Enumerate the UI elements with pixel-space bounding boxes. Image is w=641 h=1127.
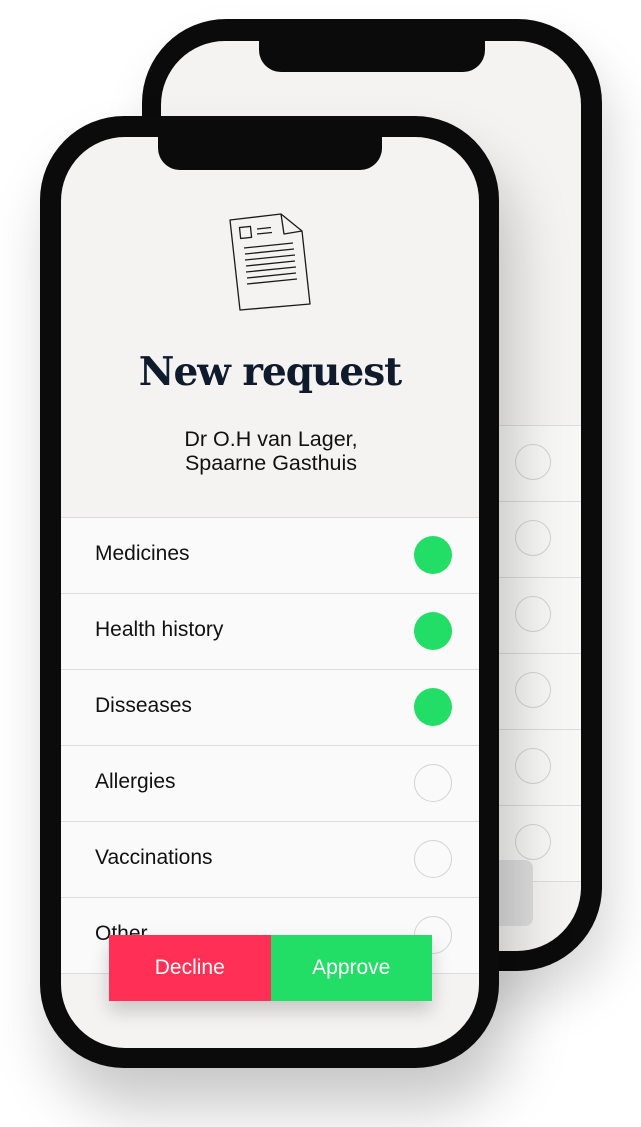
- approve-button[interactable]: Approve: [270, 935, 432, 1001]
- decline-button[interactable]: Decline: [109, 935, 271, 1001]
- requester-name: Dr O.H van Lager,: [184, 427, 358, 451]
- list-item-diseases[interactable]: Disseases: [61, 669, 479, 745]
- back-checkbox: [515, 748, 551, 784]
- back-checkbox: [515, 444, 551, 480]
- list-item-vaccinations[interactable]: Vaccinations: [61, 821, 479, 897]
- phone-front-notch: [158, 137, 382, 170]
- requester-info: Dr O.H van Lager, Spaarne Gasthuis: [121, 427, 421, 475]
- list-item-medicines[interactable]: Medicines: [61, 517, 479, 593]
- toggle-medicines[interactable]: [414, 536, 452, 574]
- toggle-diseases[interactable]: [414, 688, 452, 726]
- requester-organization: Spaarne Gasthuis: [184, 451, 358, 475]
- list-item-label: Medicines: [95, 542, 190, 565]
- list-item-label: Allergies: [95, 770, 176, 793]
- toggle-allergies[interactable]: [414, 764, 452, 802]
- phone-front: New request Dr O.H van Lager, Spaarne Ga…: [40, 116, 499, 1068]
- list-item-label: Health history: [95, 618, 224, 641]
- list-item-label: Vaccinations: [95, 846, 213, 869]
- list-item-allergies[interactable]: Allergies: [61, 745, 479, 821]
- back-checkbox: [515, 520, 551, 556]
- document-icon: [229, 213, 311, 311]
- page-title: New request: [138, 349, 402, 395]
- phone-back-notch: [259, 38, 485, 72]
- toggle-vaccinations[interactable]: [414, 840, 452, 878]
- back-checkbox: [515, 824, 551, 860]
- phone-front-screen: New request Dr O.H van Lager, Spaarne Ga…: [61, 137, 479, 1048]
- action-bar: Decline Approve: [109, 935, 432, 1001]
- back-checkbox: [515, 672, 551, 708]
- back-checkbox: [515, 596, 551, 632]
- toggle-health-history[interactable]: [414, 612, 452, 650]
- list-item-health-history[interactable]: Health history: [61, 593, 479, 669]
- list-item-label: Disseases: [95, 694, 192, 717]
- permission-list: Medicines Health history Disseases Aller…: [61, 517, 479, 974]
